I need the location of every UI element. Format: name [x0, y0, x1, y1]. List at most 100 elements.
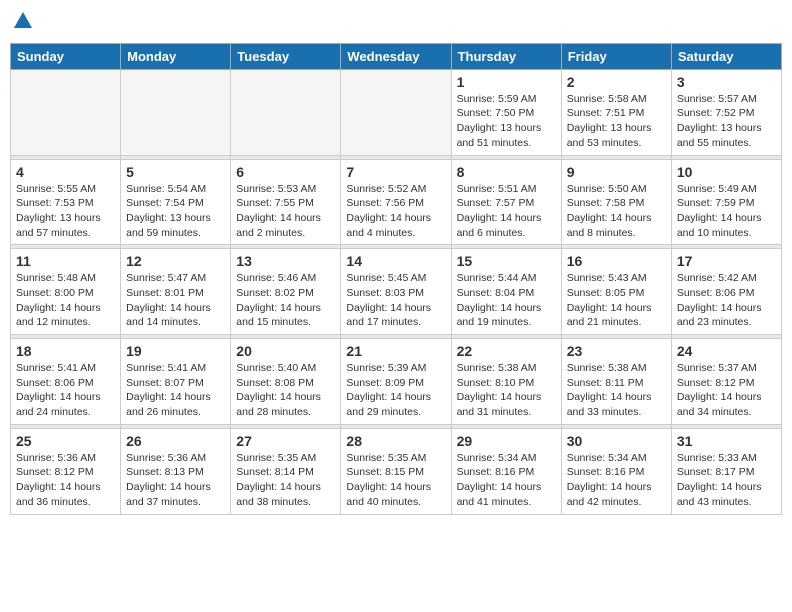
calendar-day-cell: 5 Sunrise: 5:54 AM Sunset: 7:54 PM Daylig…: [121, 159, 231, 245]
calendar-day-cell: 8 Sunrise: 5:51 AM Sunset: 7:57 PM Daylig…: [451, 159, 561, 245]
day-info: Sunrise: 5:38 AM Sunset: 8:10 PM Dayligh…: [457, 361, 556, 420]
calendar-day-cell: 17 Sunrise: 5:42 AM Sunset: 8:06 PM Dayli…: [671, 249, 781, 335]
calendar-day-cell: [11, 69, 121, 155]
day-info: Sunrise: 5:35 AM Sunset: 8:14 PM Dayligh…: [236, 451, 335, 510]
day-info: Sunrise: 5:38 AM Sunset: 8:11 PM Dayligh…: [567, 361, 666, 420]
day-info: Sunrise: 5:50 AM Sunset: 7:58 PM Dayligh…: [567, 182, 666, 241]
calendar-day-cell: 27 Sunrise: 5:35 AM Sunset: 8:14 PM Dayli…: [231, 428, 341, 514]
calendar-day-cell: 16Sunrise: 5:43 AM Sunset: 8:05 PM Dayli…: [561, 249, 671, 335]
day-info: Sunrise: 5:36 AM Sunset: 8:12 PM Dayligh…: [16, 451, 115, 510]
calendar-day-cell: 11 Sunrise: 5:48 AM Sunset: 8:00 PM Dayli…: [11, 249, 121, 335]
calendar-day-cell: 18 Sunrise: 5:41 AM Sunset: 8:06 PM Dayli…: [11, 339, 121, 425]
day-of-week-header: Monday: [121, 43, 231, 69]
day-info: Sunrise: 5:41 AM Sunset: 8:07 PM Dayligh…: [126, 361, 225, 420]
day-number: 4: [16, 164, 115, 180]
calendar-day-cell: 25 Sunrise: 5:36 AM Sunset: 8:12 PM Dayli…: [11, 428, 121, 514]
day-number: 12: [126, 253, 225, 269]
day-number: 7: [346, 164, 445, 180]
day-of-week-header: Sunday: [11, 43, 121, 69]
calendar-day-cell: [121, 69, 231, 155]
day-info: Sunrise: 5:54 AM Sunset: 7:54 PM Dayligh…: [126, 182, 225, 241]
day-number: 5: [126, 164, 225, 180]
days-of-week-row: SundayMondayTuesdayWednesdayThursdayFrid…: [11, 43, 782, 69]
day-number: 8: [457, 164, 556, 180]
calendar-day-cell: 4 Sunrise: 5:55 AM Sunset: 7:53 PM Daylig…: [11, 159, 121, 245]
day-number: 2: [567, 74, 666, 90]
calendar-day-cell: 9 Sunrise: 5:50 AM Sunset: 7:58 PM Daylig…: [561, 159, 671, 245]
day-info: Sunrise: 5:43 AM Sunset: 8:05 PM Dayligh…: [567, 271, 666, 330]
calendar-day-cell: 15 Sunrise: 5:44 AM Sunset: 8:04 PM Dayli…: [451, 249, 561, 335]
day-info: Sunrise: 5:46 AM Sunset: 8:02 PM Dayligh…: [236, 271, 335, 330]
calendar-week-row: 25 Sunrise: 5:36 AM Sunset: 8:12 PM Dayli…: [11, 428, 782, 514]
day-number: 23: [567, 343, 666, 359]
day-info: Sunrise: 5:47 AM Sunset: 8:01 PM Dayligh…: [126, 271, 225, 330]
day-number: 20: [236, 343, 335, 359]
day-number: 21: [346, 343, 445, 359]
day-of-week-header: Saturday: [671, 43, 781, 69]
calendar-day-cell: 6 Sunrise: 5:53 AM Sunset: 7:55 PM Daylig…: [231, 159, 341, 245]
day-info: Sunrise: 5:39 AM Sunset: 8:09 PM Dayligh…: [346, 361, 445, 420]
day-of-week-header: Thursday: [451, 43, 561, 69]
day-number: 31: [677, 433, 776, 449]
day-info: Sunrise: 5:45 AM Sunset: 8:03 PM Dayligh…: [346, 271, 445, 330]
day-number: 17: [677, 253, 776, 269]
day-number: 19: [126, 343, 225, 359]
day-number: 30: [567, 433, 666, 449]
day-info: Sunrise: 5:35 AM Sunset: 8:15 PM Dayligh…: [346, 451, 445, 510]
calendar-day-cell: 7Sunrise: 5:52 AM Sunset: 7:56 PM Daylig…: [341, 159, 451, 245]
day-info: Sunrise: 5:34 AM Sunset: 8:16 PM Dayligh…: [567, 451, 666, 510]
day-info: Sunrise: 5:51 AM Sunset: 7:57 PM Dayligh…: [457, 182, 556, 241]
day-number: 14: [346, 253, 445, 269]
day-info: Sunrise: 5:40 AM Sunset: 8:08 PM Dayligh…: [236, 361, 335, 420]
day-number: 27: [236, 433, 335, 449]
day-number: 25: [16, 433, 115, 449]
header: [10, 10, 782, 37]
calendar-week-row: 4 Sunrise: 5:55 AM Sunset: 7:53 PM Daylig…: [11, 159, 782, 245]
calendar-day-cell: 26 Sunrise: 5:36 AM Sunset: 8:13 PM Dayli…: [121, 428, 231, 514]
day-number: 1: [457, 74, 556, 90]
day-info: Sunrise: 5:55 AM Sunset: 7:53 PM Dayligh…: [16, 182, 115, 241]
calendar-day-cell: 20 Sunrise: 5:40 AM Sunset: 8:08 PM Dayli…: [231, 339, 341, 425]
day-number: 9: [567, 164, 666, 180]
calendar-day-cell: 29 Sunrise: 5:34 AM Sunset: 8:16 PM Dayli…: [451, 428, 561, 514]
calendar-day-cell: 22 Sunrise: 5:38 AM Sunset: 8:10 PM Dayli…: [451, 339, 561, 425]
logo: [10, 14, 34, 37]
day-info: Sunrise: 5:49 AM Sunset: 7:59 PM Dayligh…: [677, 182, 776, 241]
calendar-day-cell: 19 Sunrise: 5:41 AM Sunset: 8:07 PM Dayli…: [121, 339, 231, 425]
day-number: 18: [16, 343, 115, 359]
calendar-week-row: 18 Sunrise: 5:41 AM Sunset: 8:06 PM Dayli…: [11, 339, 782, 425]
day-number: 11: [16, 253, 115, 269]
day-number: 6: [236, 164, 335, 180]
day-number: 29: [457, 433, 556, 449]
day-info: Sunrise: 5:42 AM Sunset: 8:06 PM Dayligh…: [677, 271, 776, 330]
day-info: Sunrise: 5:37 AM Sunset: 8:12 PM Dayligh…: [677, 361, 776, 420]
day-number: 26: [126, 433, 225, 449]
calendar-day-cell: 31Sunrise: 5:33 AM Sunset: 8:17 PM Dayli…: [671, 428, 781, 514]
calendar-day-cell: 24Sunrise: 5:37 AM Sunset: 8:12 PM Dayli…: [671, 339, 781, 425]
day-info: Sunrise: 5:44 AM Sunset: 8:04 PM Dayligh…: [457, 271, 556, 330]
calendar-day-cell: 10 Sunrise: 5:49 AM Sunset: 7:59 PM Dayli…: [671, 159, 781, 245]
logo-icon: [12, 10, 34, 32]
day-number: 15: [457, 253, 556, 269]
calendar-day-cell: 3Sunrise: 5:57 AM Sunset: 7:52 PM Daylig…: [671, 69, 781, 155]
day-info: Sunrise: 5:59 AM Sunset: 7:50 PM Dayligh…: [457, 92, 556, 151]
day-info: Sunrise: 5:53 AM Sunset: 7:55 PM Dayligh…: [236, 182, 335, 241]
calendar-week-row: 11 Sunrise: 5:48 AM Sunset: 8:00 PM Dayli…: [11, 249, 782, 335]
calendar-day-cell: 28 Sunrise: 5:35 AM Sunset: 8:15 PM Dayli…: [341, 428, 451, 514]
day-number: 22: [457, 343, 556, 359]
day-number: 28: [346, 433, 445, 449]
calendar-day-cell: 13Sunrise: 5:46 AM Sunset: 8:02 PM Dayli…: [231, 249, 341, 335]
calendar-week-row: 1 Sunrise: 5:59 AM Sunset: 7:50 PM Daylig…: [11, 69, 782, 155]
calendar-day-cell: [341, 69, 451, 155]
calendar-day-cell: 1 Sunrise: 5:59 AM Sunset: 7:50 PM Daylig…: [451, 69, 561, 155]
day-of-week-header: Tuesday: [231, 43, 341, 69]
calendar-day-cell: 2Sunrise: 5:58 AM Sunset: 7:51 PM Daylig…: [561, 69, 671, 155]
day-of-week-header: Friday: [561, 43, 671, 69]
day-info: Sunrise: 5:34 AM Sunset: 8:16 PM Dayligh…: [457, 451, 556, 510]
day-info: Sunrise: 5:41 AM Sunset: 8:06 PM Dayligh…: [16, 361, 115, 420]
day-number: 10: [677, 164, 776, 180]
day-info: Sunrise: 5:36 AM Sunset: 8:13 PM Dayligh…: [126, 451, 225, 510]
day-info: Sunrise: 5:57 AM Sunset: 7:52 PM Dayligh…: [677, 92, 776, 151]
day-info: Sunrise: 5:48 AM Sunset: 8:00 PM Dayligh…: [16, 271, 115, 330]
calendar-day-cell: 21 Sunrise: 5:39 AM Sunset: 8:09 PM Dayli…: [341, 339, 451, 425]
